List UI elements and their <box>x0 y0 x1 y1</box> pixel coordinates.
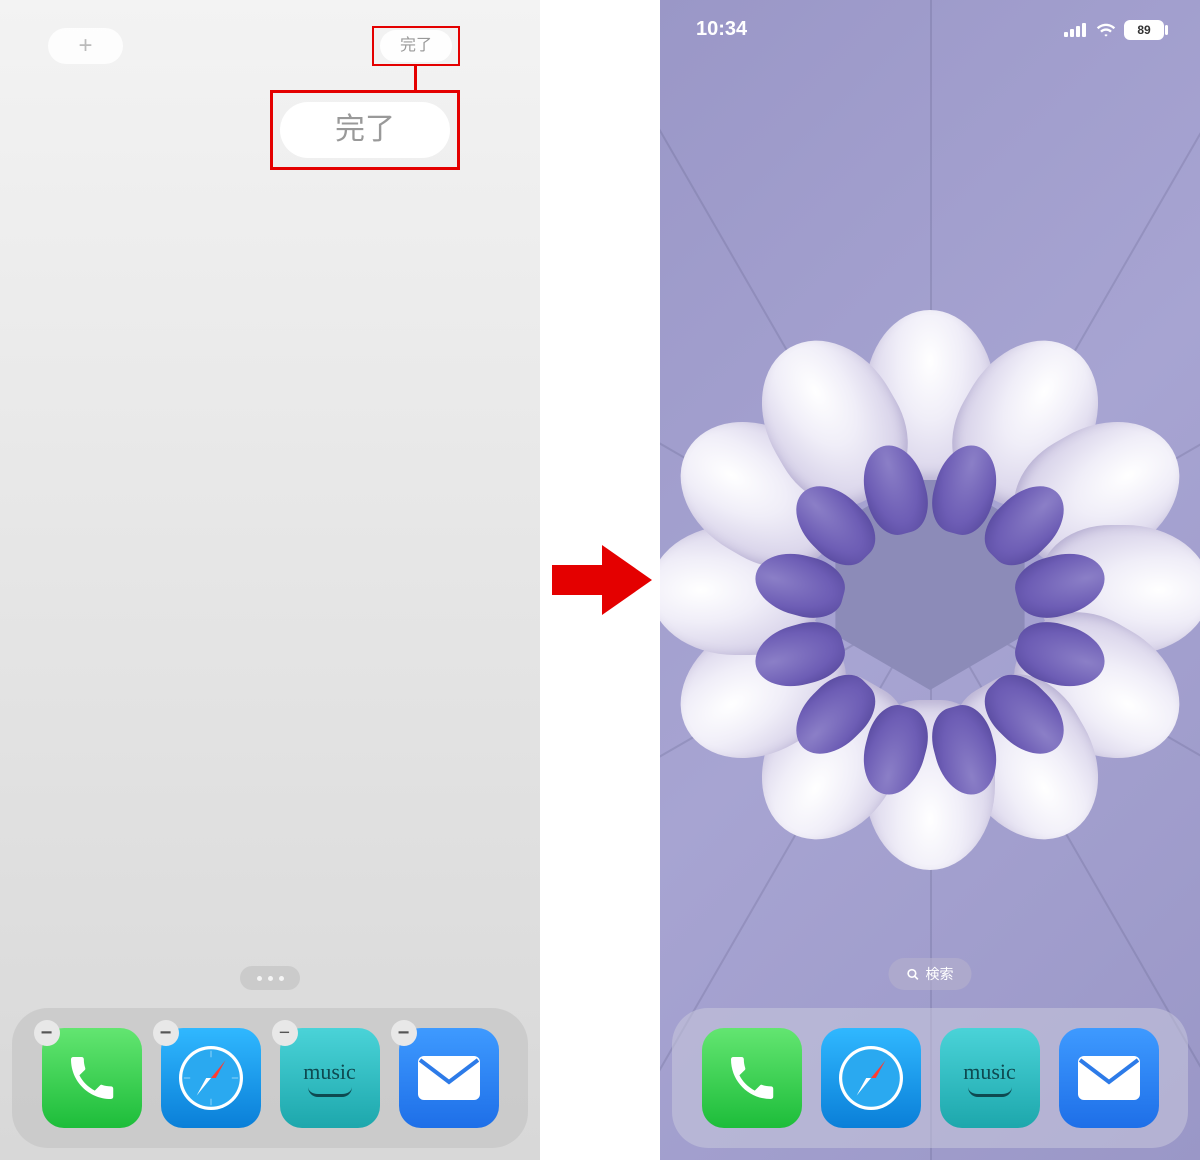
remove-badge[interactable]: − <box>34 1020 60 1046</box>
battery-indicator: 89 <box>1124 20 1164 40</box>
mail-icon <box>416 1054 482 1102</box>
mail-app[interactable] <box>1059 1028 1159 1128</box>
plus-icon: + <box>78 32 92 60</box>
done-button-small[interactable]: 完了 <box>380 30 452 62</box>
amazon-music-app[interactable]: − music <box>280 1028 380 1128</box>
battery-level: 89 <box>1137 23 1150 37</box>
dock-left: − − − music − <box>12 1008 528 1148</box>
cellular-signal-icon <box>1064 23 1088 37</box>
phone-app[interactable] <box>702 1028 802 1128</box>
page-indicator[interactable] <box>240 966 300 990</box>
remove-badge[interactable]: − <box>391 1020 417 1046</box>
music-label: music <box>303 1059 356 1085</box>
remove-badge[interactable]: − <box>272 1020 298 1046</box>
safari-app[interactable] <box>821 1028 921 1128</box>
amazon-smile-icon <box>308 1087 352 1097</box>
amazon-smile-icon <box>968 1087 1012 1097</box>
search-label: 検索 <box>926 964 954 984</box>
arrow-right-icon <box>552 540 652 620</box>
callout-connector <box>414 66 417 90</box>
add-widget-button[interactable]: + <box>48 28 123 64</box>
safari-icon <box>831 1038 911 1118</box>
done-button-highlight-large: 完了 <box>270 90 460 170</box>
status-time: 10:34 <box>696 18 747 41</box>
safari-app[interactable]: − <box>161 1028 261 1128</box>
phone-icon <box>64 1050 120 1106</box>
phone-icon <box>724 1050 780 1106</box>
wifi-icon <box>1096 20 1116 40</box>
done-button-large[interactable]: 完了 <box>280 102 450 158</box>
dock-right: music <box>672 1008 1188 1148</box>
done-button-highlight-small: 完了 <box>372 26 460 66</box>
mail-app[interactable]: − <box>399 1028 499 1128</box>
amazon-music-app[interactable]: music <box>940 1028 1040 1128</box>
mail-icon <box>1076 1054 1142 1102</box>
remove-badge[interactable]: − <box>153 1020 179 1046</box>
spotlight-search-button[interactable]: 検索 <box>889 958 972 990</box>
right-phone-screen: 10:34 89 検索 music <box>660 0 1200 1160</box>
safari-icon <box>171 1038 251 1118</box>
status-bar: 10:34 89 <box>660 18 1200 41</box>
phone-app[interactable]: − <box>42 1028 142 1128</box>
search-icon <box>907 968 920 981</box>
music-label: music <box>963 1059 1016 1085</box>
left-phone-screen: + 完了 完了 − − − <box>0 0 540 1160</box>
